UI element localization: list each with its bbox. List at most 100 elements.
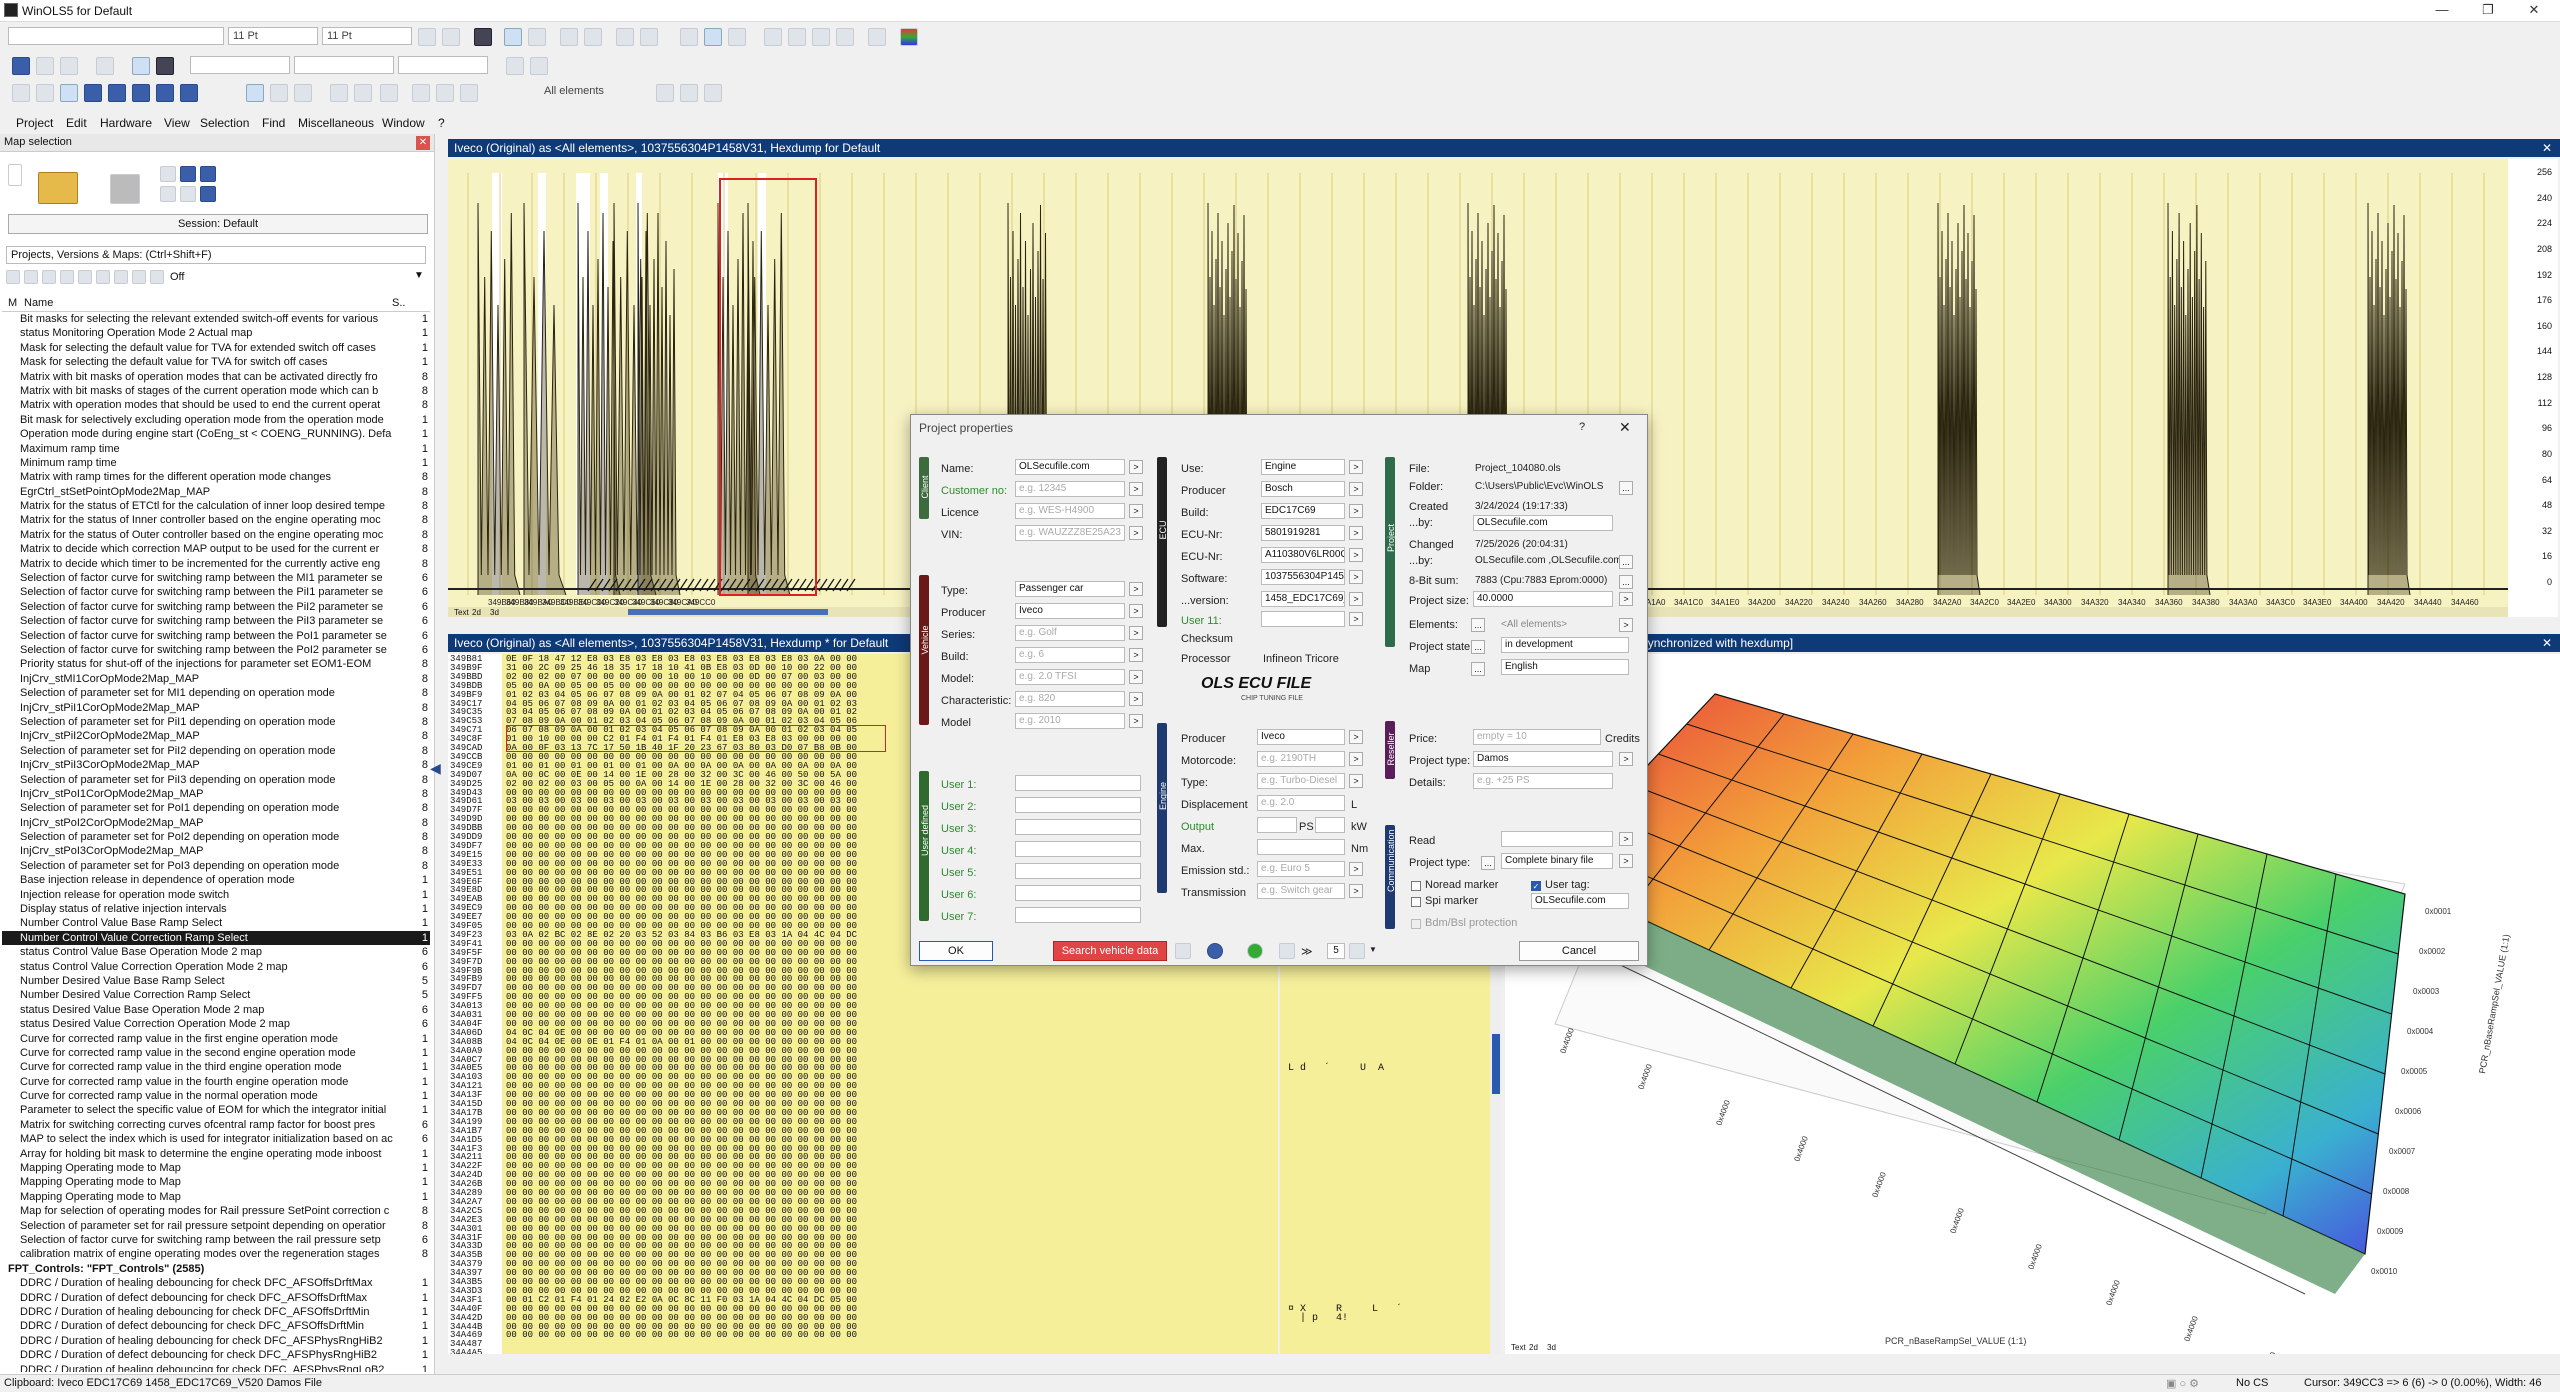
file-icon[interactable] — [160, 186, 176, 202]
list-item[interactable]: Parameter to select the specific value o… — [2, 1103, 430, 1118]
arrow-button[interactable]: > — [1619, 832, 1633, 846]
price-field[interactable]: empty = 10 — [1473, 729, 1601, 745]
view-float-icon[interactable] — [584, 28, 602, 46]
list-item[interactable]: InjCrv_stPoI2CorOpMode2Map_MAP 8 — [2, 815, 430, 831]
import-icon[interactable] — [60, 57, 78, 75]
frame-icon[interactable] — [412, 84, 430, 102]
list-item[interactable]: Mask for selecting the default value for… — [2, 355, 430, 370]
width-icon[interactable] — [680, 28, 698, 46]
checksum-icon[interactable] — [330, 84, 348, 102]
percent-icon[interactable] — [764, 28, 782, 46]
list-item[interactable]: Operation mode during engine start (CoEn… — [2, 427, 430, 442]
details-field[interactable]: e.g. +25 PS — [1473, 773, 1613, 789]
output-ps-field[interactable] — [1257, 817, 1297, 833]
list-item[interactable]: status Monitoring Operation Mode 2 Actua… — [2, 326, 430, 341]
list-item[interactable]: Injection release for operation mode swi… — [2, 887, 430, 903]
stop-icon[interactable] — [132, 84, 150, 102]
close-icon[interactable]: ✕ — [1619, 419, 1631, 436]
emission-field[interactable]: e.g. Euro 5 — [1257, 861, 1345, 877]
close-icon[interactable]: ✕ — [416, 136, 430, 150]
arrow-button[interactable]: > — [1349, 460, 1363, 474]
help-icon[interactable] — [680, 84, 698, 102]
forward-icon[interactable] — [530, 57, 548, 75]
menu-project[interactable]: Project — [16, 116, 53, 130]
list-item[interactable]: Bit masks for selecting the relevant ext… — [2, 312, 430, 327]
browse-button[interactable]: ... — [1619, 555, 1633, 569]
font-size-combo-1[interactable]: 11 Pt — [228, 27, 318, 45]
customer-field[interactable]: e.g. 12345 — [1015, 481, 1125, 497]
version-field[interactable]: 1458_EDC17C69_... — [1261, 591, 1345, 607]
arrow-button[interactable]: > — [1619, 592, 1633, 606]
view-hex-icon[interactable] — [504, 28, 522, 46]
list-item[interactable]: Mapping Operating mode to Map 1 — [2, 1175, 430, 1190]
list-item[interactable]: Number Control Value Correction Ramp Sel… — [2, 930, 430, 946]
bdm-checkbox[interactable] — [1411, 919, 1421, 929]
list-item[interactable]: Selection of parameter set for PiI3 depe… — [2, 772, 430, 787]
menu-hardware[interactable]: Hardware — [100, 116, 152, 130]
filter-icon[interactable] — [6, 270, 20, 284]
arrow-button[interactable]: > — [1349, 612, 1363, 626]
address-combo-3[interactable] — [398, 56, 488, 74]
arrow-button[interactable]: > — [1619, 618, 1633, 632]
arrow-button[interactable]: > — [1129, 582, 1143, 596]
ecu-producer-field[interactable]: Bosch — [1261, 481, 1345, 497]
ok-button[interactable]: OK — [919, 941, 993, 961]
list-item[interactable]: Selection of factor curve for switching … — [2, 1233, 430, 1248]
list-item[interactable]: Mapping Operating mode to Map 1 — [2, 1161, 430, 1176]
list-item[interactable]: calibration matrix of engine operating m… — [2, 1247, 430, 1262]
browse-button[interactable]: ... — [1471, 618, 1485, 632]
arrow-button[interactable]: > — [1349, 862, 1363, 876]
filter-icon[interactable] — [78, 270, 92, 284]
list-item[interactable]: Matrix with bit masks of operation modes… — [2, 369, 430, 384]
calendar-icon[interactable] — [1175, 943, 1191, 959]
list-item[interactable]: Matrix for switching correcting curves o… — [2, 1117, 430, 1133]
view-2d-icon[interactable] — [132, 57, 150, 75]
arrow-button[interactable]: > — [1619, 752, 1633, 766]
arrow-button[interactable]: > — [1129, 714, 1143, 728]
list-item[interactable]: Priority status for shut-off of the inje… — [2, 657, 430, 672]
address-combo[interactable] — [190, 56, 290, 74]
filter-icon[interactable] — [150, 270, 164, 284]
list-item[interactable]: Matrix for the status of Outer controlle… — [2, 527, 430, 543]
menu-edit[interactable]: Edit — [66, 116, 87, 130]
list-item[interactable]: Matrix with ramp times for the different… — [2, 470, 430, 485]
network-icon[interactable] — [200, 186, 216, 202]
list-item[interactable]: Selection of factor curve for switching … — [2, 642, 430, 658]
undo-icon[interactable] — [354, 84, 372, 102]
browse-button[interactable]: ... — [1471, 662, 1485, 676]
list-item[interactable]: Selection of parameter set for PiI2 depe… — [2, 743, 430, 759]
close-button[interactable]: ✕ — [2512, 2, 2556, 20]
projects-search-combo[interactable]: Projects, Versions & Maps: (Ctrl+Shift+F… — [6, 246, 426, 264]
vin-field[interactable]: e.g. WAUZZZ8E25A23 — [1015, 525, 1125, 541]
list-item[interactable]: Selection of parameter set for PiI1 depe… — [2, 714, 430, 730]
user11-field[interactable] — [1261, 611, 1345, 627]
output-kw-field[interactable] — [1315, 817, 1345, 833]
arrow-button[interactable]: > — [1129, 626, 1143, 640]
user-field[interactable] — [1015, 775, 1141, 791]
color-palette-icon[interactable] — [900, 28, 918, 46]
last-icon[interactable] — [180, 84, 198, 102]
list-item[interactable]: Selection of factor curve for switching … — [2, 571, 430, 586]
list-item[interactable]: DDRC / Duration of healing debouncing fo… — [2, 1333, 430, 1349]
comm-project-type-field[interactable]: Complete binary file — [1501, 853, 1613, 869]
list-item[interactable]: Maximum ramp time 1 — [2, 441, 430, 456]
browse-button[interactable]: ... — [1619, 575, 1633, 589]
list-item[interactable]: Map for selection of operating modes for… — [2, 1204, 430, 1219]
user-field[interactable] — [1015, 863, 1141, 879]
ecu-use-field[interactable]: Engine — [1261, 459, 1345, 475]
list-item[interactable]: DDRC / Duration of defect debouncing for… — [2, 1290, 430, 1305]
format-icon[interactable] — [418, 28, 436, 46]
list-item[interactable]: Selection of factor curve for switching … — [2, 585, 430, 600]
list-item[interactable]: status Control Value Correction Operatio… — [2, 959, 430, 974]
window-icon[interactable] — [36, 84, 54, 102]
menu-view[interactable]: View — [164, 116, 190, 130]
first-icon[interactable] — [84, 84, 102, 102]
list-item[interactable]: Selection of parameter set for rail pres… — [2, 1218, 430, 1233]
ecu-build-field[interactable]: EDC17C69 — [1261, 503, 1345, 519]
view3d-plot[interactable]: 5.0000x00010x00020x00030x00040x00050x000… — [1505, 654, 2560, 1354]
list-item[interactable]: Curve for corrected ramp value in the th… — [2, 1060, 430, 1075]
list-item[interactable]: InjCrv_stPiI1CorOpMode2Map_MAP 8 — [2, 700, 430, 715]
list-item[interactable]: Number Desired Value Correction Ramp Sel… — [2, 988, 430, 1003]
list-item[interactable]: Selection of factor curve for switching … — [2, 599, 430, 615]
grid-icon[interactable] — [474, 28, 492, 46]
